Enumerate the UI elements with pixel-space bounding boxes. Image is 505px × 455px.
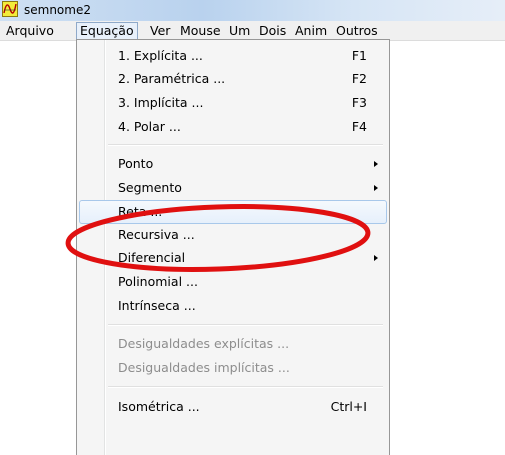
- submenu-arrow-icon: [374, 161, 378, 167]
- shortcut-label: F3: [351, 95, 367, 110]
- menu-item-diferencial[interactable]: Diferencial: [79, 246, 387, 270]
- menu-bar: Arquivo Equação Ver Mouse Um Dois Anim O…: [0, 21, 505, 41]
- menu-item-polar[interactable]: 4. Polar ... F4: [79, 115, 387, 139]
- title-bar: semnome2: [0, 0, 505, 21]
- menu-item-explicita[interactable]: 1. Explícita ... F1: [79, 44, 387, 68]
- menu-anim[interactable]: Anim: [292, 22, 330, 39]
- window-title: semnome2: [24, 3, 91, 17]
- shortcut-label: F1: [351, 48, 367, 63]
- menu-separator: [108, 386, 383, 388]
- menu-item-isometrica[interactable]: Isométrica ... Ctrl+I: [79, 395, 387, 419]
- menu-item-desigualdades-implicitas: Desigualdades implícitas ...: [118, 360, 290, 375]
- menu-separator: [108, 324, 383, 326]
- menu-arquivo[interactable]: Arquivo: [3, 22, 57, 39]
- menu-dois[interactable]: Dois: [256, 22, 289, 39]
- menu-item-reta[interactable]: Reta ...: [79, 200, 387, 224]
- menu-item-parametrica[interactable]: 2. Paramétrica ... F2: [79, 67, 387, 91]
- menu-item-desigualdades-explicitas: Desigualdades explícitas ...: [118, 336, 290, 351]
- equacao-dropdown-menu: 1. Explícita ... F1 2. Paramétrica ... F…: [76, 39, 390, 455]
- shortcut-label: F4: [351, 119, 367, 134]
- menu-item-implicita[interactable]: 3. Implícita ... F3: [79, 91, 387, 115]
- menu-separator: [108, 144, 383, 146]
- menu-mouse[interactable]: Mouse: [177, 22, 224, 39]
- menu-item-segmento[interactable]: Segmento: [79, 176, 387, 200]
- shortcut-label: F2: [351, 71, 367, 86]
- menu-equacao[interactable]: Equação: [76, 22, 138, 39]
- menu-outros[interactable]: Outros: [333, 22, 381, 39]
- menu-item-recursiva[interactable]: Recursiva ...: [79, 223, 387, 247]
- menu-item-polinomial[interactable]: Polinomial ...: [79, 270, 387, 294]
- graph-app-icon[interactable]: [2, 1, 18, 17]
- menu-item-ponto[interactable]: Ponto: [79, 152, 387, 176]
- submenu-arrow-icon: [374, 255, 378, 261]
- menu-ver[interactable]: Ver: [147, 22, 173, 39]
- shortcut-label: Ctrl+I: [330, 399, 367, 414]
- submenu-arrow-icon: [374, 185, 378, 191]
- menu-item-intrinseca[interactable]: Intrínseca ...: [79, 294, 387, 318]
- menu-um[interactable]: Um: [226, 22, 253, 39]
